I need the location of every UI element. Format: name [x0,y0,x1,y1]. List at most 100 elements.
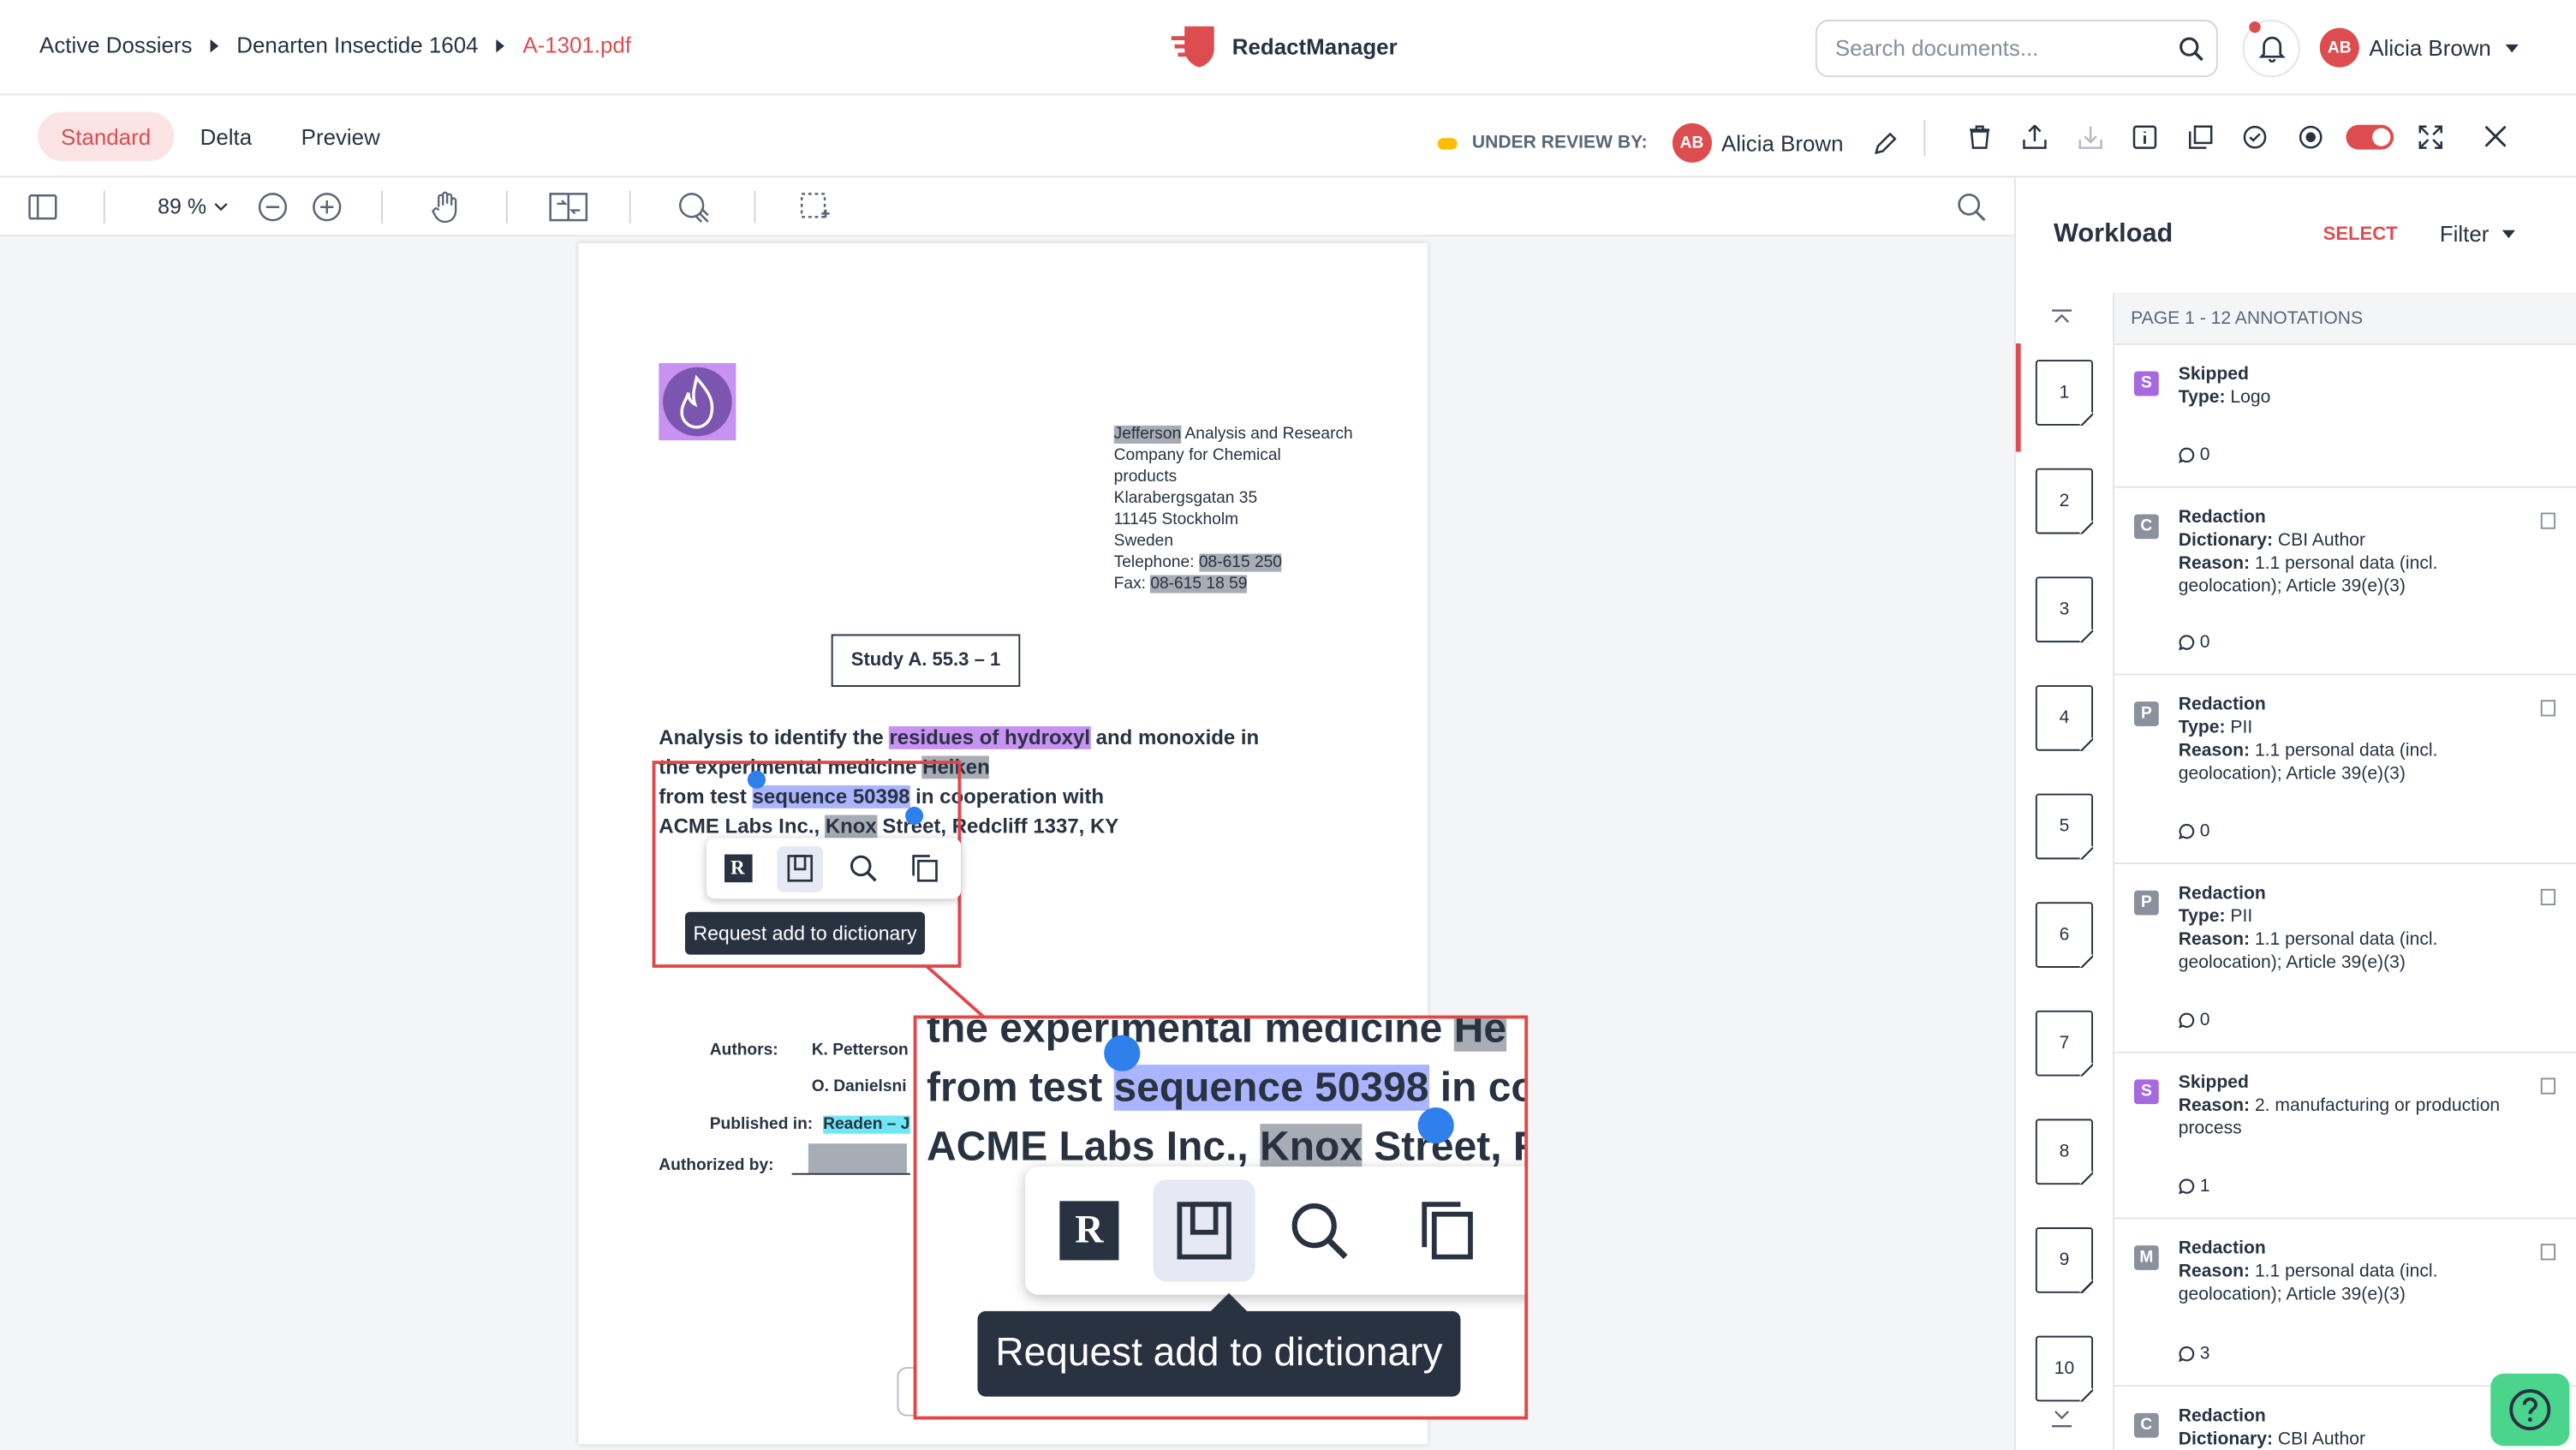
highlight-annotation[interactable]: residues of hydroxyl [889,725,1091,749]
annotation-type-badge: P [2134,701,2159,726]
redacted-text: Knox [1260,1124,1363,1170]
upload-icon [2023,123,2047,148]
select-button[interactable]: SELECT [2323,225,2398,245]
breadcrumb-item-dossier[interactable]: Denarten Insectide 1604 [236,33,478,57]
pan-tool-button[interactable] [427,189,463,225]
page-thumbnail-3[interactable]: 3 [2035,576,2094,643]
code-icon[interactable] [2538,887,2558,907]
highlight-annotation[interactable]: Readen – J [823,1115,910,1134]
annotation-details: Redaction Reason: 1.1 personal data (incl… [2179,1238,2524,1307]
page-thumbnail-2[interactable]: 2 [2035,468,2094,534]
breadcrumb-item-file[interactable]: A-1301.pdf [522,33,631,57]
redacted-name[interactable]: Jefferson [1113,425,1182,444]
page-thumbnail-6[interactable]: 6 [2035,902,2094,968]
hand-icon[interactable] [2538,1077,2558,1096]
user-name: Alicia Brown [2369,35,2491,61]
filter-button[interactable]: Filter [2440,222,2516,247]
annotation-card[interactable]: M Redaction Reason: 1.1 personal data (inc… [2114,1219,2576,1387]
comment-count[interactable]: 0 [2179,1011,2209,1030]
zoom-select[interactable]: 89 % [158,194,228,218]
author-name: K. Petterson [811,1041,909,1060]
copy-icon [1422,1202,1473,1260]
comment-count[interactable]: 3 [2179,1344,2209,1363]
viewer-toolbar: 89 % [0,177,2014,237]
delete-button[interactable] [1955,111,2005,161]
toggle-sidebar-button[interactable] [25,189,61,225]
annotation-card[interactable]: S Skipped Reason: 2. manufacturing or prod… [2114,1053,2576,1220]
divider [381,190,383,224]
comment-count[interactable]: 0 [2179,821,2210,842]
signature-image[interactable] [808,1143,907,1173]
add-to-dictionary-button[interactable] [777,845,824,892]
comment-count-value: 0 [2199,821,2210,842]
compare-button[interactable] [547,189,590,225]
page-thumbnail-9[interactable]: 9 [2035,1227,2094,1293]
annotation-field: Reason: 1.1 personal data (incl. geoloca… [2179,1260,2524,1306]
tab-delta[interactable]: Delta [177,111,275,161]
close-icon [2484,125,2506,147]
annotation-card[interactable]: C Redaction Dictionary: CBI Author Reason: … [2114,487,2576,676]
hand-icon[interactable] [2538,1242,2558,1262]
search-input[interactable] [1834,36,2164,61]
tab-preview[interactable]: Preview [278,111,403,161]
tab-standard[interactable]: Standard [38,111,174,162]
user-menu[interactable]: AB Alicia Brown [2319,27,2519,68]
company-logo[interactable] [659,362,736,441]
comment-count[interactable]: 1 [2179,1177,2209,1196]
zoom-in-button[interactable] [309,189,345,225]
redacted-phone[interactable]: 08-615 250 [1199,553,1282,572]
info-button[interactable] [2120,111,2170,161]
page-thumbnail-4[interactable]: 4 [2035,684,2094,751]
redacted-fax[interactable]: 08-615 18 59 [1150,575,1248,594]
annotation-card[interactable]: S Skipped Type: Logo 0 [2114,344,2576,488]
app-logo[interactable]: RedactManager [1170,23,1398,69]
comment-count[interactable]: 0 [2179,633,2209,653]
download-button[interactable] [2065,111,2114,161]
viewer-search-button[interactable] [1953,189,1989,225]
page-thumbnail-7[interactable]: 7 [2035,1010,2094,1077]
close-button[interactable] [2470,111,2519,161]
search-icon[interactable] [2174,30,2209,66]
approve-button[interactable] [2230,111,2280,161]
annotation-details: Redaction Type: PII Reason: 1.1 personal d… [2179,694,2524,785]
redact-r-icon: R [724,854,752,883]
annotation-title: Redaction [2178,884,2266,904]
authorized-label: Authorized by: [659,1156,774,1175]
dictionary-icon [1177,1202,1231,1260]
edit-reviewer-button[interactable] [1860,118,1910,168]
annotation-field: Dictionary: CBI Author [2179,1428,2524,1450]
help-button[interactable] [2490,1373,2570,1447]
fullscreen-button[interactable] [2406,111,2455,161]
search-selection-button[interactable] [832,838,894,898]
top-bar: Active Dossiers Denarten Insectide 1604 … [0,0,2576,96]
chevron-down-icon [2506,43,2519,52]
annotations-header: PAGE 1 - 12 ANNOTATIONS [2114,292,2576,345]
notifications-button[interactable] [2242,20,2300,78]
page-thumbnail-1[interactable]: 1 [2035,360,2094,426]
page-thumbnail-8[interactable]: 8 [2035,1119,2094,1185]
copy-button[interactable] [894,838,957,898]
page-thumbnail-5[interactable]: 5 [2035,793,2094,860]
zoom-out-button[interactable] [254,189,290,225]
copy-document-button[interactable] [2175,111,2225,161]
selection-handle-end[interactable] [905,806,924,826]
annotation-card[interactable]: P Redaction Type: PII Reason: 1.1 personal … [2114,675,2576,865]
export-button[interactable] [2010,111,2060,161]
clear-search-button[interactable] [675,189,711,225]
scroll-top-icon[interactable] [2050,309,2073,329]
comment-count[interactable]: 0 [2179,445,2209,465]
code-icon[interactable] [2538,698,2558,718]
book-icon[interactable] [2538,511,2558,531]
annotation-card[interactable]: P Redaction Type: PII Reason: 1.1 personal … [2114,864,2576,1053]
page-thumbnail-10[interactable]: 10 [2035,1335,2094,1402]
record-button[interactable] [2285,111,2334,161]
reviewer-avatar: AB [1672,122,1712,163]
redaction-toggle[interactable] [2340,111,2400,161]
breadcrumb-item-dossiers[interactable]: Active Dossiers [39,33,192,57]
download-icon [2078,125,2102,148]
annotation-field-key: Reason: [2178,741,2251,761]
scroll-bottom-icon[interactable] [2050,1410,2073,1429]
area-select-button[interactable] [796,189,832,225]
selection-handle-start[interactable] [747,770,766,789]
redact-button[interactable]: R [707,838,769,898]
